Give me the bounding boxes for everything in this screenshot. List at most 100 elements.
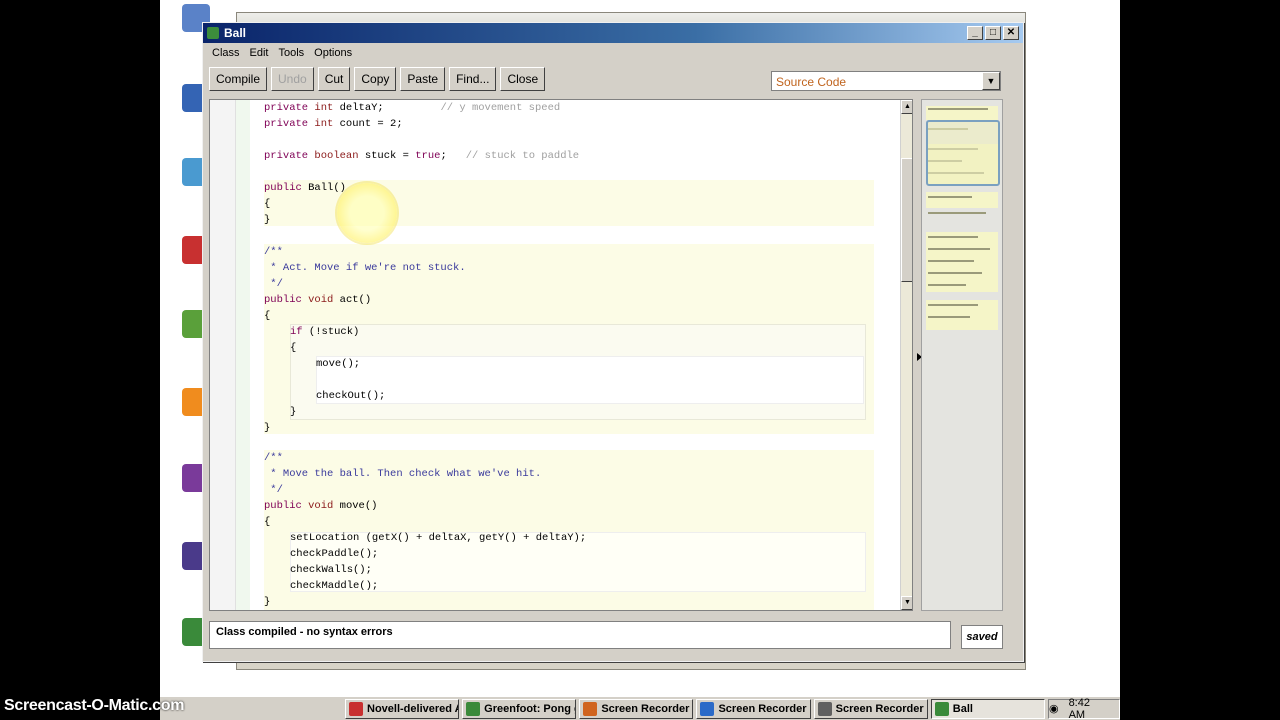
code-line: /** [264,452,283,464]
code-line: { [264,198,271,210]
scroll-up-icon[interactable]: ▲ [901,100,912,114]
taskbar: Novell-delivered A... Greenfoot: Pong g..… [160,696,1120,720]
taskbar-button[interactable]: Screen Recorder |... [696,698,811,719]
code-line: private int count = 2; [264,118,403,130]
desktop-icon-label: Shortc eclip [171,572,201,594]
taskbar-button-label: Ball [952,702,973,715]
code-line: { [290,342,297,354]
code-line: checkPaddle(); [290,548,379,560]
taskbar-button[interactable]: Novell-delivered A... [345,698,460,719]
code-editor[interactable]: private int deltaY; // y movement speed … [209,99,913,611]
desktop-icon-label: Netw Applic [172,266,200,288]
vertical-scrollbar[interactable]: ▲ ▼ [900,100,912,610]
tray-icon[interactable]: ◉ [1049,702,1059,715]
code-line: } [290,406,297,418]
close-button[interactable]: Close [500,67,546,91]
view-selector[interactable]: Source Code ▼ [771,71,1001,91]
code-line: checkOut(); [316,390,386,402]
cut-button[interactable]: Cut [317,67,351,91]
taskbar-button[interactable]: Screen Recorder [813,698,928,719]
taskbar-button-label: Novell-delivered A... [367,702,458,715]
desktop-icon-label: VLC m play [170,418,202,440]
if-body-scope [316,356,864,404]
code-line: * Move the ball. Then check what we've h… [264,468,542,480]
desktop-icon[interactable]: Everr [160,310,210,351]
saved-indicator: saved [961,625,1003,649]
code-line: public Ball() [264,182,346,194]
menu-tools[interactable]: Tools [273,47,309,59]
title-bar[interactable]: Ball _ □ ✕ [203,23,1023,43]
cursor-highlight [337,183,397,243]
system-tray: ◉ 8:42 AM [1047,697,1120,720]
desktop-icon-label: My Com [167,34,205,45]
status-message: Class compiled - no syntax errors [209,621,951,649]
line-gutter [210,100,236,610]
taskbar-button[interactable]: Greenfoot: Pong g... [462,698,577,719]
copy-button[interactable]: Copy [354,67,397,91]
editor-window: Ball _ □ ✕ Class Edit Tools Options Comp… [202,22,1024,662]
menu-edit[interactable]: Edit [245,47,274,59]
desktop-icon[interactable]: VLC m play [160,388,210,440]
code-line: public void act() [264,294,372,306]
taskbar-app-icon [700,701,715,716]
window-title: Ball [224,26,247,40]
taskbar-button[interactable]: Screen Recorder |... [579,698,694,719]
maximize-button[interactable]: □ [985,26,1001,40]
screen: My Com Blu Recyc Netw Applic Everr VLC m play… [160,0,1120,720]
code-area[interactable]: private int deltaY; // y movement speed … [260,100,874,610]
code-line: /** [264,246,283,258]
code-line: { [264,516,271,528]
desktop-icon-label: Recyc [172,188,200,199]
minimize-button[interactable]: _ [967,26,983,40]
code-navigator[interactable] [921,99,1003,611]
code-line: checkWalls(); [290,564,372,576]
code-line: private int deltaY; // y movement speed [264,102,561,114]
taskbar-app-icon [934,701,949,716]
taskbar-button[interactable]: Ball [930,698,1045,719]
close-window-button[interactable]: ✕ [1003,26,1019,40]
find-button[interactable]: Find... [449,67,497,91]
undo-button[interactable]: Undo [271,67,314,91]
desktop-icon[interactable]: Shortc eclip [160,542,210,594]
desktop-icon[interactable]: Recyc [160,158,210,199]
taskbar-app-icon [466,701,481,716]
dropdown-arrow-icon[interactable]: ▼ [982,72,1000,90]
toolbar: Compile Undo Cut Copy Paste Find... Clos… [209,67,546,95]
code-line: } [264,596,271,608]
desktop-icon[interactable]: Green [160,618,210,659]
code-line: } [264,214,271,226]
scroll-down-icon[interactable]: ▼ [901,596,912,610]
view-selector-value: Source Code [776,75,847,89]
taskbar-button-label: Screen Recorder [835,702,924,715]
menu-bar: Class Edit Tools Options [203,43,1023,62]
paste-button[interactable]: Paste [400,67,446,91]
code-line: public void move() [264,500,378,512]
desktop-icon[interactable]: My Com [160,4,210,45]
desktop-icon-label: Blu [178,114,194,125]
desktop-icon-label: Green [172,648,200,659]
taskbar-app-icon [583,701,598,716]
taskbar-app-icon [349,701,363,716]
code-line: * Act. Move if we're not stuck. [264,262,466,274]
desktop-icon-label: Everr [174,340,198,351]
code-line: setLocation (getX() + deltaX, getY() + d… [290,532,587,544]
taskbar-button-label: Screen Recorder |... [718,702,809,715]
clock[interactable]: 8:42 AM [1069,697,1105,720]
taskbar-button-label: Greenfoot: Pong g... [484,702,575,715]
desktop-icon[interactable]: Blu [160,84,210,125]
code-line: */ [264,484,283,496]
code-line: */ [264,278,283,290]
scope-gutter [236,100,250,610]
code-line: { [264,310,271,322]
menu-options[interactable]: Options [309,47,357,59]
watermark: Screencast-O-Matic.com [4,697,185,714]
navigator-viewport[interactable] [926,120,1000,186]
code-line: move(); [316,358,361,370]
desktop-icon[interactable]: Micro OneN [160,464,210,516]
compile-button[interactable]: Compile [209,67,268,91]
code-line: } [264,422,271,434]
scroll-thumb[interactable] [901,158,912,282]
code-line: private boolean stuck = true; // stuck t… [264,150,580,162]
menu-class[interactable]: Class [207,47,245,59]
desktop-icon[interactable]: Netw Applic [160,236,210,288]
